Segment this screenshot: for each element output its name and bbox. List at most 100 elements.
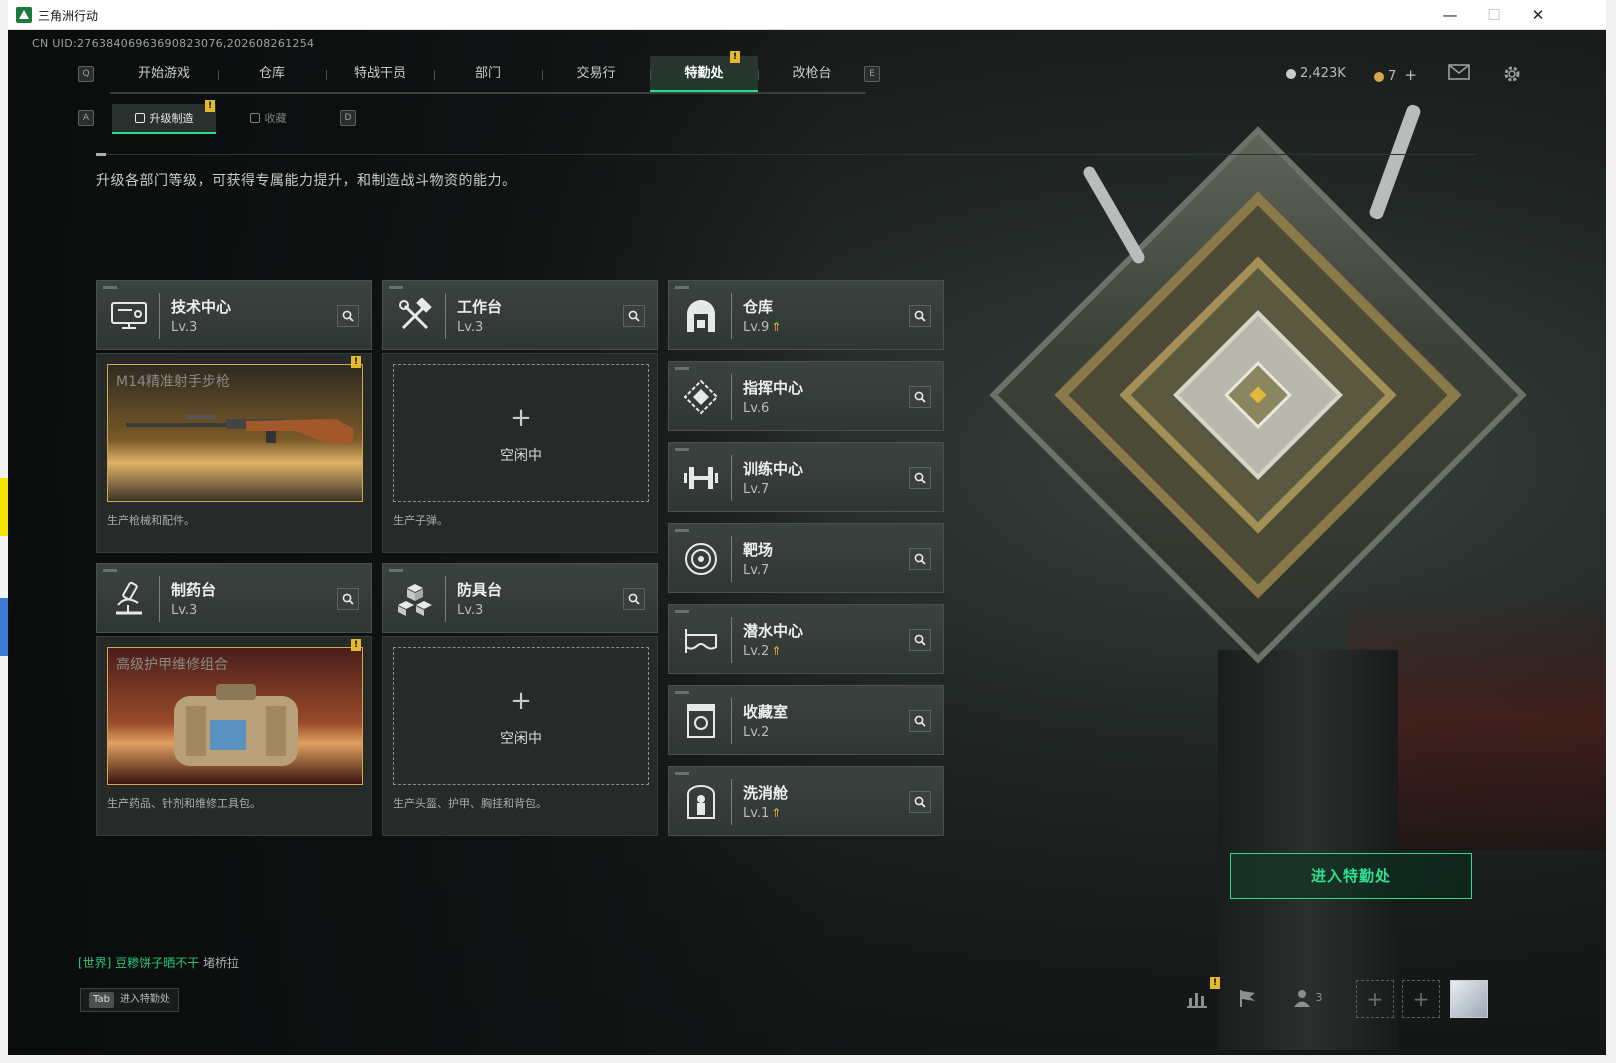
maximize-button[interactable]: ☐ xyxy=(1474,4,1514,26)
hammer-wrench-icon xyxy=(395,297,435,335)
plus-icon: + xyxy=(510,403,532,433)
silver-currency: 2,423K xyxy=(1286,66,1346,81)
search-icon[interactable] xyxy=(909,710,931,732)
search-icon[interactable] xyxy=(909,386,931,408)
nav-key-left: Q xyxy=(78,66,94,82)
plus-icon: + xyxy=(510,686,532,716)
main-nav: 开始游戏 仓库 特战干员 部门 交易行 特勤处 改枪台 xyxy=(110,56,866,94)
chat-channel: [世界] xyxy=(78,956,112,970)
enter-special-ops-button[interactable]: 进入特勤处 xyxy=(1230,853,1472,899)
avatar[interactable] xyxy=(1450,980,1488,1018)
department-decontamination[interactable]: 洗消舱 Lv.1 ⇑ xyxy=(668,766,944,836)
workshop-pharmacy-production[interactable]: 高级护甲维修组合 ! 生产药品、针剂和维修工具包。 xyxy=(96,636,372,836)
team-slot-empty[interactable]: + xyxy=(1402,980,1440,1018)
tab-trading[interactable]: 交易行 xyxy=(542,56,650,92)
product-slot[interactable]: M14精准射手步枪 xyxy=(107,364,363,502)
upgrade-available-icon: ⇑ xyxy=(771,644,782,658)
team-slot-empty[interactable]: + xyxy=(1356,980,1394,1018)
tab-shortcut-hint[interactable]: Tab 进入特勤处 xyxy=(80,988,179,1012)
player-uid: CN UID:27638406963690823076,202608261254 xyxy=(32,37,315,50)
add-gold-button[interactable]: + xyxy=(1404,66,1417,84)
search-icon[interactable] xyxy=(337,588,359,610)
friends-button[interactable]: 3 xyxy=(1292,988,1323,1008)
idle-slot[interactable]: + 空闲中 xyxy=(393,364,649,502)
subtab-key-right: D xyxy=(340,110,356,126)
friends-count: 3 xyxy=(1315,991,1323,1004)
department-command-center[interactable]: 指挥中心 Lv.6 xyxy=(668,361,944,431)
craft-icon xyxy=(134,113,145,123)
workshop-name: 制药台 xyxy=(171,581,217,599)
subtab-collection[interactable]: 收藏 xyxy=(216,104,320,134)
idle-label: 空闲中 xyxy=(500,448,542,464)
idle-slot[interactable]: + 空闲中 xyxy=(393,647,649,785)
workshop-armor-bench[interactable]: 防具台 Lv.3 xyxy=(382,563,658,633)
workshop-workbench[interactable]: 工作台 Lv.3 xyxy=(382,280,658,350)
workshop-level: Lv.3 xyxy=(457,603,484,618)
department-name: 仓库 xyxy=(743,298,774,316)
tab-special-ops[interactable]: 特勤处 xyxy=(650,56,758,92)
nav-key-right: E xyxy=(864,66,880,82)
department-training-center[interactable]: 训练中心 Lv.7 xyxy=(668,442,944,512)
search-icon[interactable] xyxy=(337,305,359,327)
upgrade-available-icon: ⇑ xyxy=(771,806,782,820)
workshop-name: 防具台 xyxy=(457,581,503,599)
department-shooting-range[interactable]: 靶场 Lv.7 xyxy=(668,523,944,593)
mail-icon[interactable] xyxy=(1448,64,1472,84)
stats-chart-icon[interactable] xyxy=(1186,988,1208,1012)
tab-key: Tab xyxy=(89,992,114,1008)
tab-start-game[interactable]: 开始游戏 xyxy=(110,56,218,92)
department-level: Lv.7 xyxy=(743,563,770,578)
search-icon[interactable] xyxy=(909,467,931,489)
chat-user[interactable]: 豆糁饼子晒不干 xyxy=(115,956,199,970)
workshop-tech-center-production[interactable]: M14精准射手步枪 ! 生产枪械和配件。 xyxy=(96,353,372,553)
microscope-icon xyxy=(109,580,149,618)
workshop-pharmacy[interactable]: 制药台 Lv.3 xyxy=(96,563,372,633)
tab-departments[interactable]: 部门 xyxy=(434,56,542,92)
gold-coin-icon xyxy=(1374,71,1384,82)
robot-arm xyxy=(1367,103,1423,221)
section-divider xyxy=(96,153,1476,156)
department-name: 潜水中心 xyxy=(743,622,804,640)
desktop-edge-left xyxy=(0,0,8,1063)
search-icon[interactable] xyxy=(909,548,931,570)
search-icon[interactable] xyxy=(909,629,931,651)
department-name: 靶场 xyxy=(743,541,774,559)
department-warehouse[interactable]: 仓库 Lv.9 ⇑ xyxy=(668,280,944,350)
robot-arm xyxy=(1081,164,1147,266)
workshop-workbench-production[interactable]: + 空闲中 生产子弹。 xyxy=(382,353,658,553)
department-level: Lv.2 xyxy=(743,725,770,740)
window-title: 三角洲行动 xyxy=(38,9,99,23)
friends-icon xyxy=(1294,990,1310,1007)
search-icon[interactable] xyxy=(909,791,931,813)
department-collection-room[interactable]: 收藏室 Lv.2 xyxy=(668,685,944,755)
search-icon[interactable] xyxy=(909,305,931,327)
settings-gear-icon[interactable] xyxy=(1502,64,1526,84)
desktop-edge-right xyxy=(1606,0,1616,1063)
workshop-name: 工作台 xyxy=(457,298,503,316)
department-name: 指挥中心 xyxy=(743,379,804,397)
sub-tabs: 升级制造 收藏 xyxy=(112,104,320,134)
product-slot[interactable]: 高级护甲维修组合 xyxy=(107,647,363,785)
search-icon[interactable] xyxy=(623,588,645,610)
product-alert-badge: ! xyxy=(351,356,361,368)
warehouse-icon xyxy=(681,297,721,335)
tab-warehouse[interactable]: 仓库 xyxy=(218,56,326,92)
flag-icon[interactable] xyxy=(1238,988,1258,1012)
tech-center-icon xyxy=(109,297,149,335)
tab-operators[interactable]: 特战干员 xyxy=(326,56,434,92)
search-icon[interactable] xyxy=(623,305,645,327)
close-button[interactable]: ✕ xyxy=(1518,4,1558,26)
tab-gunsmith[interactable]: 改枪台 xyxy=(758,56,866,92)
workshop-tech-center[interactable]: 技术中心 Lv.3 xyxy=(96,280,372,350)
world-chat[interactable]: [世界] 豆糁饼子晒不干 堵桥拉 xyxy=(78,954,239,971)
workshop-level: Lv.3 xyxy=(457,320,484,335)
collection-room-icon xyxy=(681,702,721,740)
minimize-button[interactable]: — xyxy=(1430,4,1470,26)
diving-mask-icon xyxy=(681,621,721,659)
desktop-edge-bottom xyxy=(0,1055,1616,1063)
app-logo-icon xyxy=(16,7,32,23)
repair-kit-image xyxy=(174,684,298,766)
department-diving-center[interactable]: 潜水中心 Lv.2 ⇑ xyxy=(668,604,944,674)
workshop-armor-bench-production[interactable]: + 空闲中 生产头盔、护甲、胸挂和背包。 xyxy=(382,636,658,836)
subtab-upgrade-craft[interactable]: 升级制造 xyxy=(112,104,216,134)
